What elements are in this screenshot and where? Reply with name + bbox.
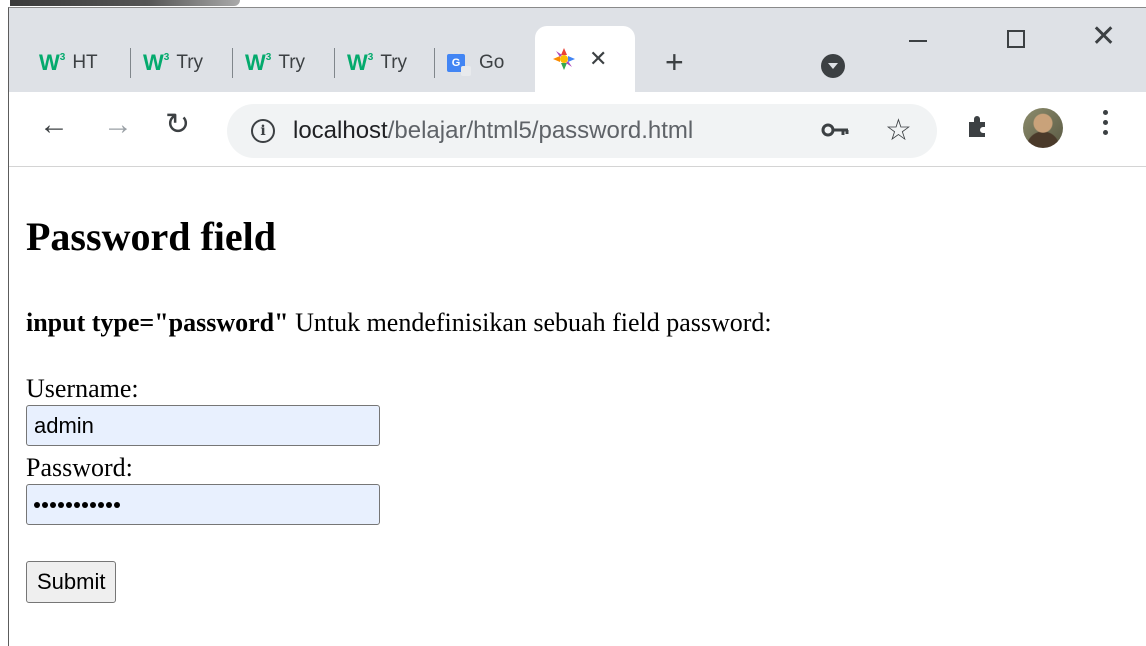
w3schools-icon: W3 (347, 50, 373, 75)
page-content: Password field input type="password" Unt… (9, 168, 1146, 646)
description-code: input type="password" (26, 308, 289, 337)
background-strip (0, 0, 1146, 7)
background-image-fragment (10, 0, 240, 6)
tab-title: Try (278, 52, 306, 73)
tab-search-icon[interactable] (821, 54, 845, 78)
close-tab-icon[interactable]: ✕ (589, 46, 607, 72)
tab-active-xampp[interactable]: ✕ (535, 26, 635, 92)
url-path: /belajar/html5/password.html (387, 117, 694, 144)
browser-window: W3 HT W3 Try W3 Try W3 Try G Go ✕ + ✕ ← … (8, 7, 1146, 646)
w3schools-icon: W3 (245, 50, 271, 75)
description: input type="password" Untuk mendefinisik… (26, 308, 772, 338)
maximize-icon[interactable] (1007, 30, 1025, 48)
tab-w3schools-3[interactable]: W3 Try (233, 34, 335, 92)
w3schools-icon: W3 (39, 50, 65, 75)
tab-google-translate[interactable]: G Go (435, 34, 531, 92)
password-mask (34, 501, 121, 508)
extensions-puzzle-icon[interactable] (965, 112, 993, 140)
password-dot (114, 501, 120, 508)
password-input[interactable] (26, 484, 380, 525)
bookmark-star-icon[interactable]: ☆ (885, 113, 912, 148)
tab-w3schools-2[interactable]: W3 Try (131, 34, 233, 92)
password-dot (42, 501, 48, 508)
tab-title: HT (72, 52, 98, 73)
username-value: admin (34, 412, 94, 438)
info-icon[interactable]: i (251, 119, 275, 143)
new-tab-button[interactable]: + (665, 46, 684, 78)
reload-icon[interactable]: ↻ (165, 110, 190, 140)
window-close-icon[interactable]: ✕ (1091, 22, 1116, 52)
submit-button[interactable]: Submit (26, 561, 117, 603)
password-dot (50, 501, 56, 508)
username-label: Username: (26, 374, 139, 403)
browser-toolbar: ← → ↻ i localhost/belajar/html5/password… (9, 92, 1146, 167)
description-text: Untuk mendefinisikan sebuah field passwo… (288, 308, 772, 337)
address-bar[interactable]: i localhost/belajar/html5/password.html … (227, 104, 937, 158)
username-input[interactable]: admin (26, 405, 380, 446)
password-dot (58, 501, 64, 508)
back-arrow-icon[interactable]: ← (39, 110, 69, 140)
tab-title: Try (176, 52, 204, 73)
w3schools-icon: W3 (143, 50, 169, 75)
password-dot (66, 501, 72, 508)
forward-arrow-icon[interactable]: → (103, 110, 133, 140)
url-text[interactable]: localhost/belajar/html5/password.html (293, 117, 693, 145)
tab-w3schools-1[interactable]: W3 HT (27, 34, 131, 92)
key-icon[interactable] (821, 122, 851, 138)
password-dot (98, 501, 104, 508)
page-title: Password field (26, 214, 276, 259)
kebab-menu-icon[interactable] (1103, 110, 1109, 140)
password-dot (90, 501, 96, 508)
tab-title: Try (380, 52, 408, 73)
tab-strip: W3 HT W3 Try W3 Try W3 Try G Go ✕ + ✕ (9, 8, 1146, 92)
minimize-icon[interactable] (909, 40, 927, 42)
password-dot (34, 501, 40, 508)
password-dot (106, 501, 112, 508)
google-translate-icon: G (447, 54, 471, 76)
tab-w3schools-4[interactable]: W3 Try (335, 34, 435, 92)
url-host: localhost (293, 117, 388, 144)
xampp-icon (553, 48, 575, 70)
tab-title: Go (479, 52, 505, 73)
password-label: Password: (26, 453, 133, 482)
password-dot (82, 501, 88, 508)
password-dot (74, 501, 80, 508)
avatar[interactable] (1023, 108, 1063, 148)
